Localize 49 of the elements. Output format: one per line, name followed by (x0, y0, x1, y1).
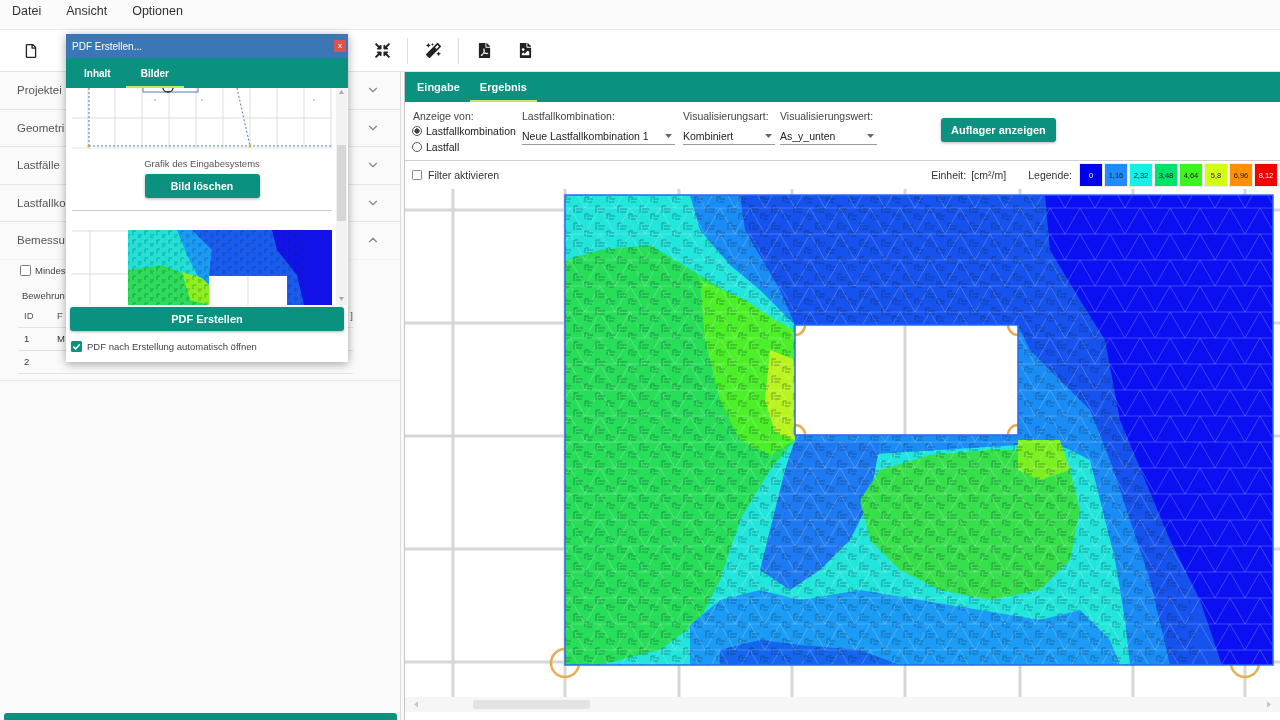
unit-label: Einheit: (931, 169, 967, 181)
menu-item[interactable]: Optionen (132, 3, 183, 19)
checkbox-label: Mindes (35, 265, 66, 276)
create-pdf-button[interactable]: PDF Erstellen (70, 307, 344, 331)
magic-wand-icon[interactable] (425, 43, 441, 58)
checkbox[interactable] (412, 170, 422, 180)
table-cell: 2 (24, 356, 30, 367)
column-header: ] (350, 310, 353, 321)
checkbox-label: PDF nach Erstellung automatisch öffnen (87, 340, 257, 352)
dropdown-field[interactable]: Kombiniert (683, 127, 775, 145)
tab[interactable]: Inhalt (69, 58, 126, 88)
compress-arrows-icon[interactable] (374, 43, 390, 58)
caret-icon (665, 133, 672, 138)
menu-item[interactable]: Datei (12, 3, 42, 19)
image-file-icon[interactable] (517, 43, 533, 58)
legend-label: Legende: (1028, 169, 1072, 181)
field-label: Visualisierungswert: (780, 110, 875, 123)
checkbox[interactable] (71, 340, 82, 352)
radio-option[interactable]: Lastfall (412, 139, 515, 155)
dropdown-field[interactable]: As_y_unten (780, 127, 877, 145)
column-header: F (57, 310, 63, 321)
checkbox[interactable] (20, 265, 31, 276)
menu-item[interactable]: Ansicht (66, 3, 108, 19)
tab[interactable]: Ergebnis (469, 72, 537, 102)
table-title: Bewehrun (22, 288, 65, 302)
dropdown-field[interactable]: Neue Lastfallkombination 1 (522, 127, 675, 145)
radio-icon[interactable] (412, 142, 422, 152)
field-label: Anzeige von: (413, 110, 475, 123)
tab[interactable]: Eingabe (407, 72, 470, 102)
table-cell: M (57, 333, 65, 344)
horizontal-scrollbar[interactable] (405, 697, 1280, 712)
checkbox-label: Filter aktivieren (428, 169, 500, 181)
radio-icon[interactable] (412, 126, 422, 136)
field-label: Visualisierungsart: (683, 110, 770, 123)
dialog-title: PDF Erstellen... (72, 40, 143, 52)
column-header: ID (24, 310, 34, 321)
show-supports-button[interactable]: Auflager anzeigen (941, 118, 1056, 142)
table-cell: 1 (24, 333, 30, 344)
pdf-file-icon[interactable] (476, 43, 492, 58)
unit-value: [cm²/m] (971, 169, 1007, 181)
field-label: Lastfallkombination: (522, 110, 616, 123)
close-button[interactable]: x (334, 40, 346, 52)
radio-option[interactable]: Lastfallkombination (412, 123, 515, 139)
vertical-scrollbar[interactable] (336, 88, 347, 305)
image-caption: Grafik des Eingabesystems (144, 158, 260, 170)
caret-icon (765, 133, 772, 138)
delete-image-button[interactable]: Bild löschen (144, 174, 260, 198)
caret-icon (867, 133, 874, 138)
file-icon[interactable] (24, 43, 38, 58)
